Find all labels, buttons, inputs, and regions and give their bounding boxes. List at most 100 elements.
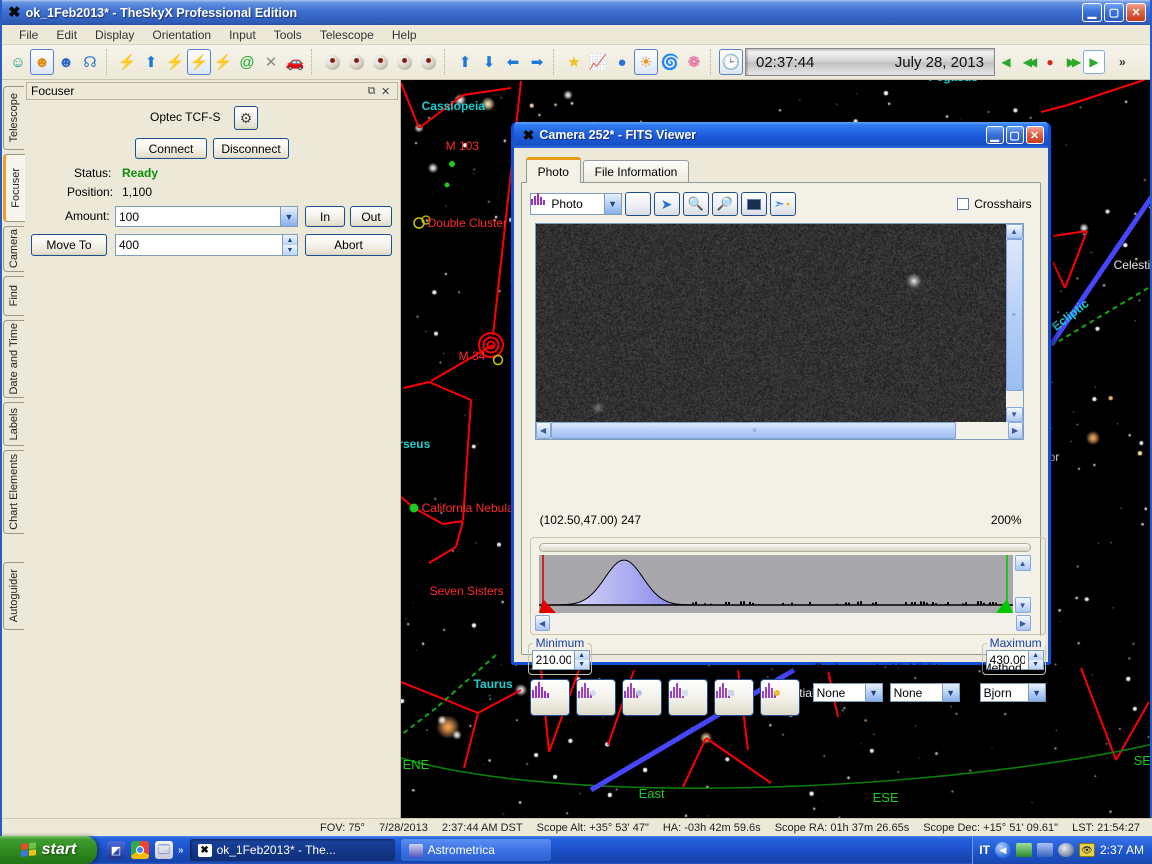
- lightning-blue-icon[interactable]: ⚡: [211, 49, 235, 75]
- menu-tools[interactable]: Tools: [265, 26, 311, 44]
- stretch-button-5[interactable]: [714, 679, 754, 716]
- set-time-icon[interactable]: 🕒: [719, 49, 743, 75]
- histogram-tool-icon[interactable]: [625, 192, 651, 216]
- tray-language-indicator[interactable]: IT: [979, 843, 990, 857]
- out-button[interactable]: Out: [350, 206, 392, 227]
- quicklaunch-explorer-icon[interactable]: 🗔: [155, 841, 173, 859]
- amount-dropdown-icon[interactable]: ▼: [280, 207, 297, 226]
- minimum-field[interactable]: ▲▼: [532, 650, 590, 670]
- menu-orientation[interactable]: Orientation: [143, 26, 220, 44]
- user-orange-icon[interactable]: ☻: [30, 49, 54, 75]
- tray-network-icon[interactable]: [1016, 843, 1032, 857]
- headset-icon[interactable]: ☊: [78, 49, 102, 75]
- time-stop-icon[interactable]: ●: [1039, 50, 1061, 74]
- fits-minimize-button[interactable]: ▁: [986, 126, 1004, 144]
- stretch-button-2[interactable]: [576, 679, 616, 716]
- pan-right-icon[interactable]: ➡: [525, 49, 549, 75]
- photo-select-dropdown-icon[interactable]: ▼: [604, 194, 621, 214]
- move-to-button[interactable]: Move To: [31, 234, 107, 256]
- fits-close-button[interactable]: ✕: [1026, 126, 1044, 144]
- time-skip-back-icon[interactable]: ◀: [995, 50, 1017, 74]
- connect-button[interactable]: Connect: [135, 138, 207, 159]
- stretch-button-4[interactable]: [668, 679, 708, 716]
- tab-find[interactable]: Find: [3, 276, 24, 316]
- stretch-button-1[interactable]: [530, 679, 570, 716]
- menu-help[interactable]: Help: [383, 26, 426, 44]
- method-select[interactable]: ▼: [980, 683, 1046, 702]
- delete-x-icon[interactable]: ✕: [259, 49, 283, 75]
- quicklaunch-overflow-chevron[interactable]: »: [178, 845, 184, 856]
- connect-telescope-icon[interactable]: ☺: [6, 49, 30, 75]
- tray-eye-icon[interactable]: 👁: [1079, 843, 1095, 857]
- background-select[interactable]: ▼: [813, 683, 883, 702]
- menu-display[interactable]: Display: [86, 26, 143, 44]
- start-button[interactable]: start: [0, 836, 97, 864]
- crosshairs-checkbox[interactable]: [957, 198, 969, 210]
- pointer-tool-icon[interactable]: ➤: [654, 192, 680, 216]
- fits-vscrollbar[interactable]: ▲ ≡ ▼: [1006, 224, 1023, 422]
- background-dropdown-icon[interactable]: ▼: [865, 684, 882, 701]
- star-chart[interactable]: PegasusCassiopeiaM 103Double ClusterM 34…: [401, 80, 1150, 818]
- tab-camera[interactable]: Camera: [3, 226, 24, 272]
- tray-collapse-chevron[interactable]: ◀: [995, 842, 1011, 858]
- menu-edit[interactable]: Edit: [47, 26, 86, 44]
- star-icon[interactable]: ★: [562, 49, 586, 75]
- method-dropdown-icon[interactable]: ▼: [1028, 684, 1045, 701]
- tab-chart-elements[interactable]: Chart Elements: [3, 450, 24, 534]
- minimum-spinner[interactable]: ▲▼: [574, 651, 589, 669]
- pan-down-icon[interactable]: ⬇: [477, 49, 501, 75]
- magic-pointer-icon[interactable]: ➣✦: [770, 192, 796, 216]
- close-button[interactable]: ✕: [1126, 3, 1146, 22]
- chart-lightning-icon[interactable]: ⚡: [115, 49, 139, 75]
- float-panel-icon[interactable]: ⧉: [365, 85, 379, 98]
- lightning-boxed-icon[interactable]: ⚡: [187, 49, 211, 75]
- arrow-up-icon[interactable]: ⬆: [139, 49, 163, 75]
- car-icon[interactable]: 🚗: [283, 49, 307, 75]
- fits-tab-file-information[interactable]: File Information: [583, 160, 690, 182]
- menu-input[interactable]: Input: [220, 26, 265, 44]
- tray-connection-icon[interactable]: [1037, 843, 1053, 857]
- zoom-out-icon[interactable]: 🔎: [712, 192, 738, 216]
- image-tool-icon[interactable]: [741, 192, 767, 216]
- fits-maximize-button[interactable]: ▢: [1006, 126, 1024, 144]
- time-forward-icon[interactable]: ▶▶: [1061, 50, 1083, 74]
- lightning-down-icon[interactable]: ⚡: [163, 49, 187, 75]
- tray-clock[interactable]: 2:37 AM: [1100, 843, 1144, 857]
- fits-title-bar[interactable]: ✖ Camera 252* - FITS Viewer ▁ ▢ ✕: [514, 122, 1048, 148]
- quicklaunch-app-icon[interactable]: ◩: [107, 841, 125, 859]
- pan-up-icon[interactable]: ⬆: [453, 49, 477, 75]
- abort-button[interactable]: Abort: [305, 234, 392, 256]
- close-panel-icon[interactable]: ✕: [379, 85, 393, 98]
- menu-telescope[interactable]: Telescope: [311, 26, 383, 44]
- crosshairs-control[interactable]: Crosshairs: [957, 197, 1031, 211]
- move-to-spinner[interactable]: ▲▼: [282, 235, 297, 255]
- tab-labels[interactable]: Labels: [3, 402, 24, 446]
- tab-focuser[interactable]: Focuser: [3, 154, 25, 222]
- in-button[interactable]: In: [305, 206, 345, 227]
- planet-orb-icon-5[interactable]: [416, 49, 440, 75]
- title-bar[interactable]: ✖ ok_1Feb2013* - TheSkyX Professional Ed…: [2, 0, 1150, 25]
- menu-file[interactable]: File: [10, 26, 47, 44]
- chart-line-icon[interactable]: 📈: [586, 49, 610, 75]
- fits-viewer-window[interactable]: ✖ Camera 252* - FITS Viewer ▁ ▢ ✕ Photo …: [511, 122, 1051, 665]
- tab-date-and-time[interactable]: Date and Time: [3, 320, 24, 398]
- task-astrometrica[interactable]: Astrometrica: [401, 839, 551, 861]
- histogram-range-slider[interactable]: [539, 543, 1031, 552]
- sun-icon[interactable]: ☀: [634, 49, 658, 75]
- planet-orb-icon-4[interactable]: [392, 49, 416, 75]
- tab-autoguider[interactable]: Autoguider: [3, 562, 24, 630]
- fits-hscrollbar[interactable]: ◀ ≡ ▶: [536, 422, 1023, 439]
- maximum-spinner[interactable]: ▲▼: [1028, 651, 1043, 669]
- highlights-select[interactable]: ▼: [890, 683, 960, 702]
- user-blue-icon[interactable]: ☻: [54, 49, 78, 75]
- toolbar-overflow-chevron[interactable]: »: [1119, 55, 1126, 69]
- zoom-in-icon[interactable]: 🔍: [683, 192, 709, 216]
- pan-left-icon[interactable]: ⬅: [501, 49, 525, 75]
- time-play-icon[interactable]: ▶: [1083, 50, 1105, 74]
- histogram-vscroll[interactable]: ▲ ▼: [1015, 555, 1031, 613]
- planet-orb-icon-3[interactable]: [368, 49, 392, 75]
- at-target-icon[interactable]: @: [235, 49, 259, 75]
- focuser-settings-button[interactable]: ⚙: [234, 106, 258, 130]
- move-to-field[interactable]: ▲▼: [115, 234, 298, 256]
- tab-telescope[interactable]: Telescope: [3, 86, 24, 150]
